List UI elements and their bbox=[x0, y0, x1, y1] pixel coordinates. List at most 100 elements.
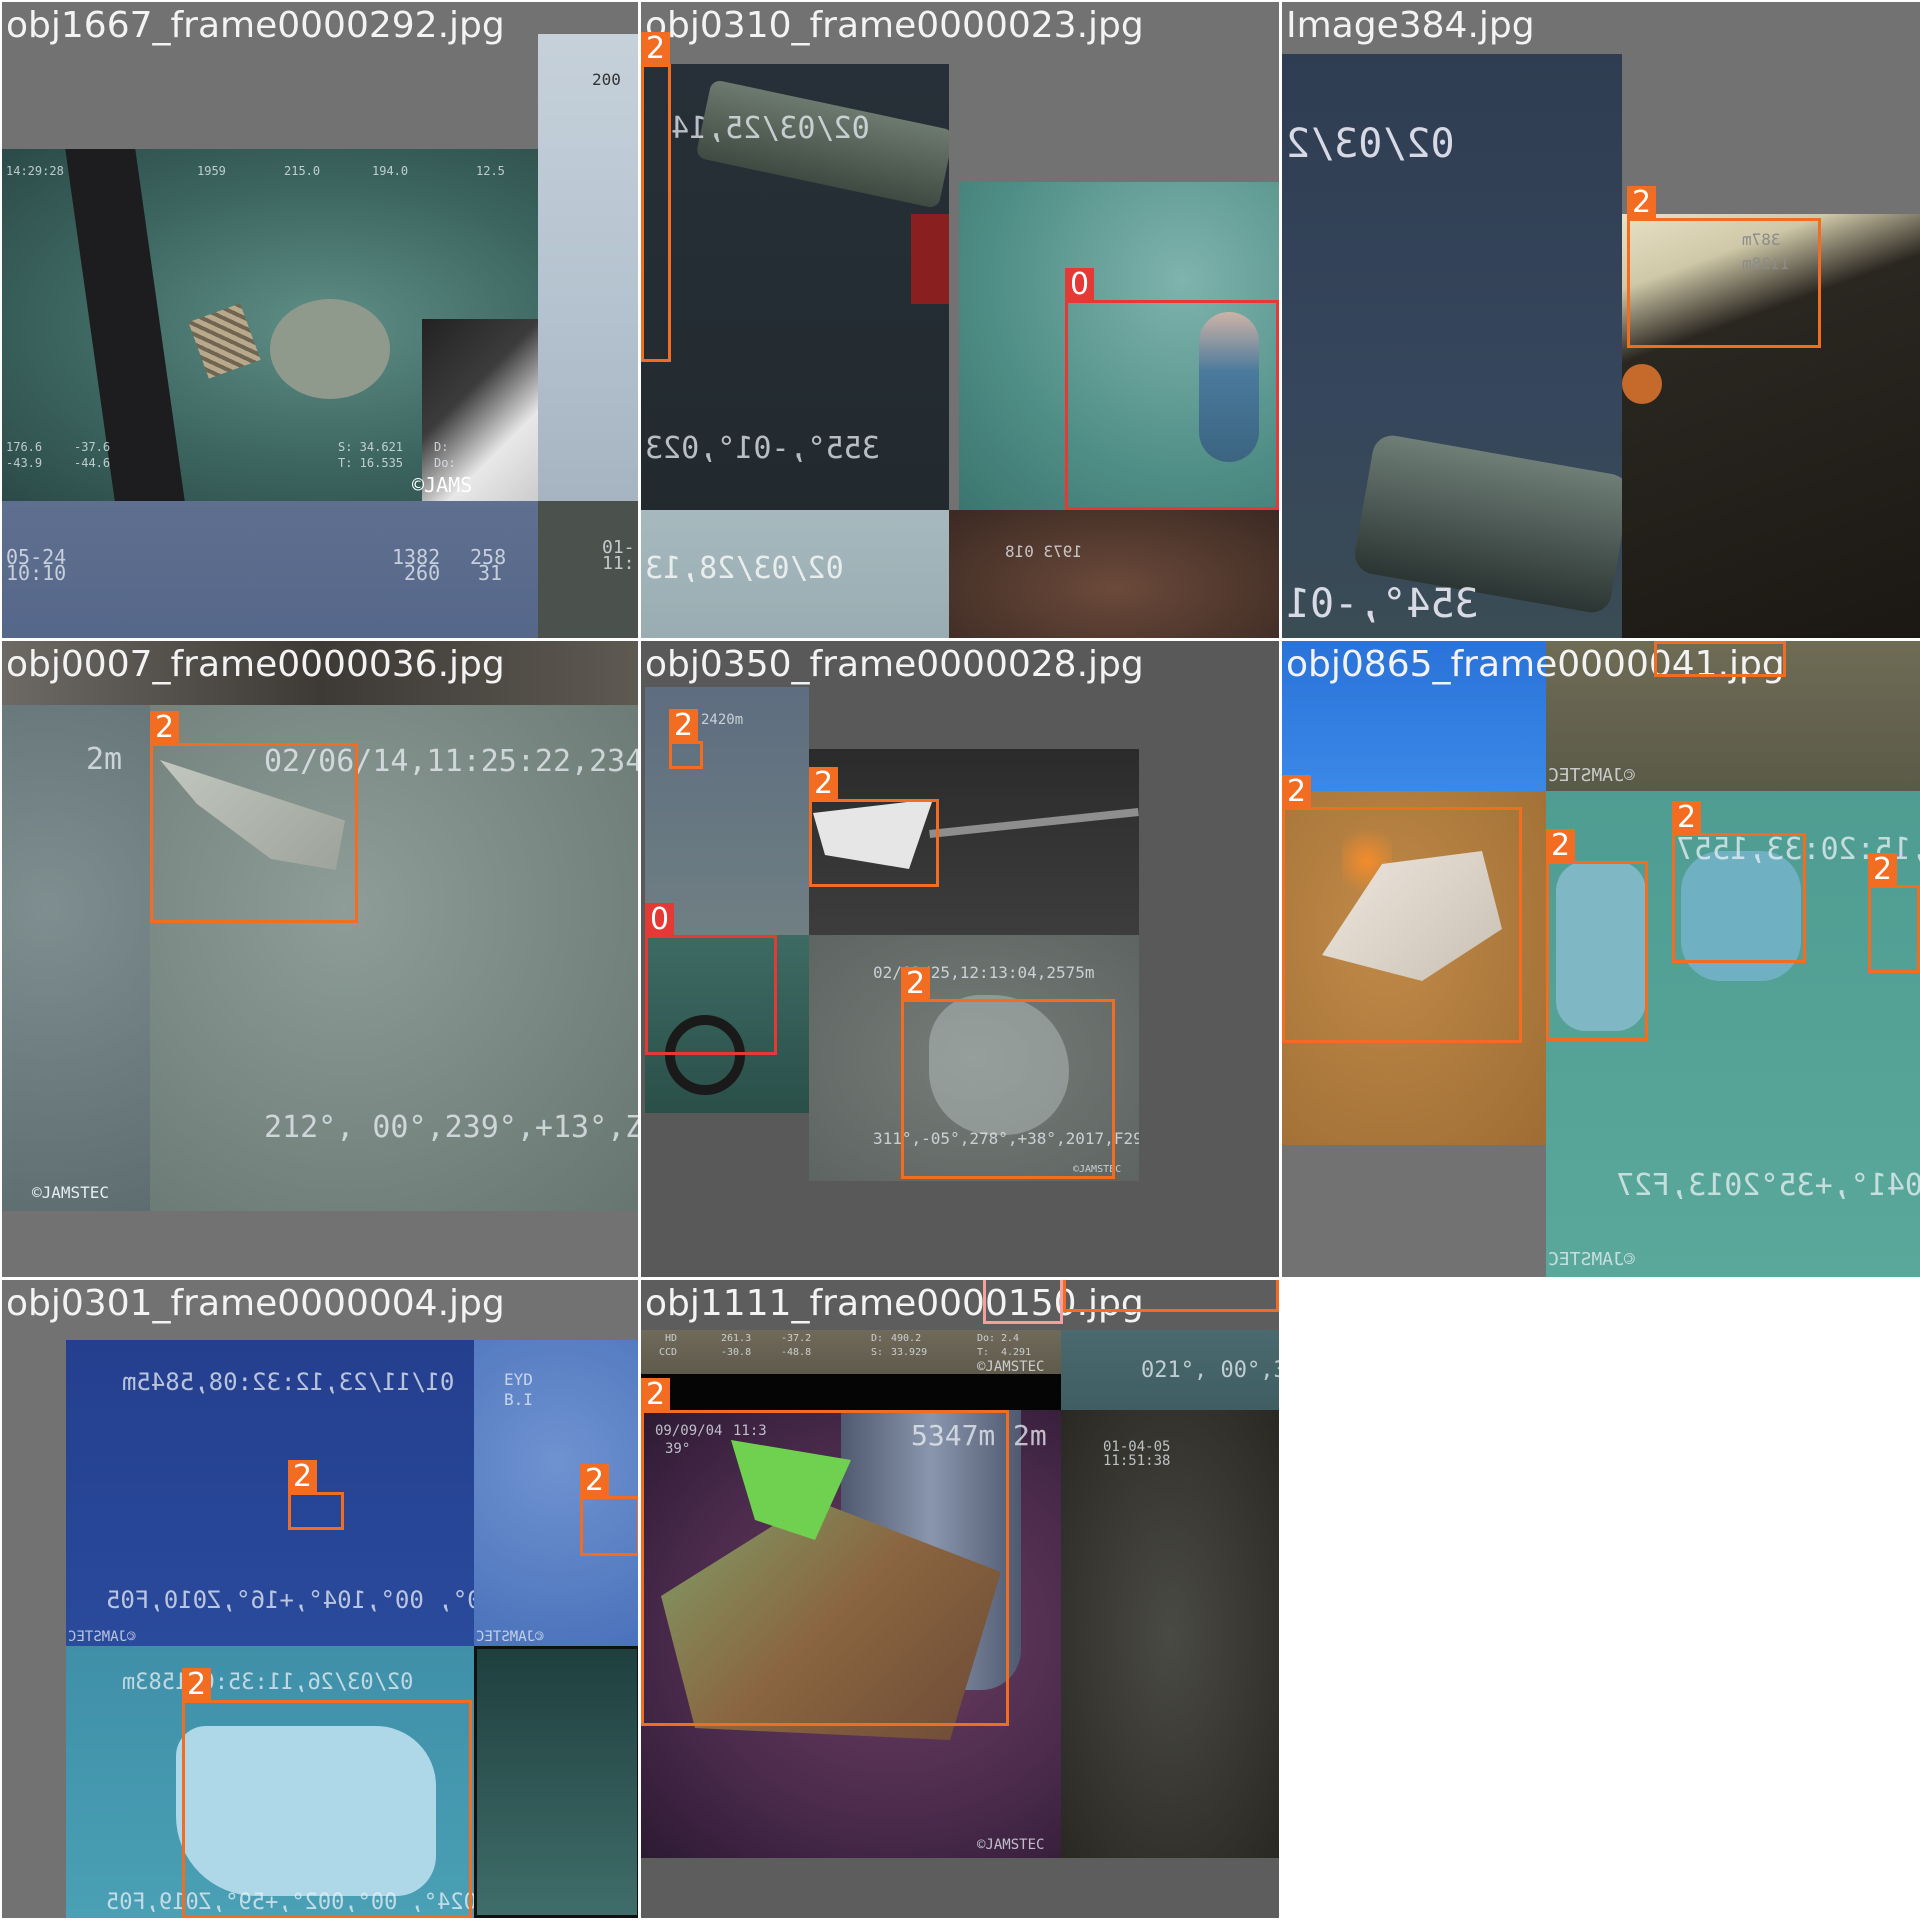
mosaic-tile-3: 2m ©JAMSTEC 02/06/14,11:25:22,2349 212°,… bbox=[2, 641, 640, 1279]
osd-text: 4.291 bbox=[1001, 1347, 1032, 1358]
bbox-class-2 bbox=[641, 64, 671, 362]
osd-text: 02/03/2 bbox=[1286, 121, 1455, 167]
bbox-class-2 bbox=[1063, 1280, 1279, 1312]
osd-text: 260 bbox=[404, 561, 441, 585]
mosaic-tile-2: 02/03/2 354°,-01 387m 1128m 2 Image384.j… bbox=[1282, 2, 1920, 640]
osd-text: 041°,+35°2013,F27 bbox=[1616, 1168, 1920, 1203]
osd-text: -37.6 bbox=[74, 440, 111, 454]
bbox-label: 2 bbox=[1282, 775, 1312, 809]
bbox-class-2 bbox=[809, 799, 939, 887]
osd-text: 01-04-05 bbox=[1103, 1439, 1171, 1455]
osd-text: S: 34.621 bbox=[338, 440, 404, 454]
bbox-label: 2 bbox=[182, 1668, 212, 1702]
bbox-label: 2 bbox=[669, 709, 699, 743]
bbox-class-2 bbox=[641, 1410, 1009, 1726]
bbox-label: 2 bbox=[1654, 641, 1684, 643]
osd-text: -48.8 bbox=[781, 1347, 812, 1358]
osd-text: S: bbox=[871, 1347, 884, 1358]
bbox-class-2 bbox=[901, 999, 1115, 1179]
osd-text: 02/03/25,14 bbox=[671, 111, 870, 146]
osd-text: 2m bbox=[86, 742, 123, 777]
osd-text: 1973 018 bbox=[1005, 542, 1083, 561]
red-light bbox=[911, 214, 949, 304]
osd-text: Do: bbox=[434, 456, 456, 470]
photo-osd-strip: HD CCD 261.3 -30.8 -37.2 -48.8 D: S: 490… bbox=[641, 1330, 1061, 1374]
bbox-class-2 bbox=[1672, 833, 1806, 963]
bbox-label: 2 bbox=[641, 32, 671, 66]
bbox-class-2 bbox=[1546, 861, 1648, 1041]
watermark: ©JAMSTEC bbox=[1548, 765, 1635, 786]
bbox-label: 2 bbox=[1868, 853, 1898, 887]
mosaic-tile-1: 02/03/25,14 355°,-01°,023 02/03/28,13 19… bbox=[641, 2, 1279, 640]
bbox-label: 2 bbox=[809, 767, 839, 801]
bbox-label: 0 bbox=[1065, 268, 1095, 302]
image-filename: obj1667_frame0000292.jpg bbox=[6, 5, 505, 46]
watermark: ©JAMSTEC bbox=[1548, 1249, 1635, 1270]
bbox-label: 2 bbox=[1546, 829, 1576, 863]
bbox-class-2 bbox=[580, 1496, 640, 1556]
osd-text: D: bbox=[434, 440, 449, 454]
photo-seafloor-blue: 05-24 10:10 1382 258 260 31 bbox=[2, 501, 538, 640]
osd-text: 354°,-01 bbox=[1286, 581, 1479, 627]
bbox-label: 2 bbox=[288, 1460, 318, 1494]
osd-text: 2m bbox=[1013, 1419, 1047, 1452]
osd-text: -37.2 bbox=[781, 1333, 812, 1344]
bbox-class-2 bbox=[1654, 641, 1786, 677]
osd-text: 31 bbox=[478, 561, 503, 585]
bbox-label: 2 bbox=[901, 967, 931, 1001]
osd-text: D: bbox=[871, 1333, 884, 1344]
bbox-class-2 bbox=[1868, 885, 1920, 973]
bbox-class-2 bbox=[150, 743, 358, 923]
osd-text: 02/03/28,13 bbox=[645, 551, 844, 586]
bbox-label: 2 bbox=[580, 1464, 610, 1498]
photo-seafloor-light: 02/03/28,13 bbox=[641, 510, 949, 640]
osd-text: B.I bbox=[504, 1390, 533, 1409]
bbox-label: 0 bbox=[645, 903, 675, 937]
osd-text: 090°, 00°,104°,+16°,Z010,F05 bbox=[106, 1586, 474, 1614]
photo-gray-bottom bbox=[2, 1211, 640, 1279]
bbox-label: 2 bbox=[1672, 801, 1702, 835]
bbox-class-2 bbox=[1282, 807, 1522, 1043]
photo-seafloor-dark: 01- 11: bbox=[538, 501, 640, 640]
osd-text: Do: bbox=[977, 1333, 996, 1344]
osd-text: -43.9 bbox=[6, 456, 43, 470]
photo-dark-teal bbox=[474, 1646, 640, 1918]
photo-seafloor-manipulator: 14:29:28 1959 215.0 194.0 12.5 176.6 -37… bbox=[2, 149, 538, 501]
grid-sampler bbox=[188, 303, 261, 379]
osd-text: 33.929 bbox=[891, 1347, 928, 1358]
osd-text: 194.0 bbox=[372, 164, 409, 178]
osd-text: 2.4 bbox=[1001, 1333, 1020, 1344]
bbox-label: 2 bbox=[641, 1378, 671, 1412]
osd-text: 176.6 bbox=[6, 440, 43, 454]
image-filename: obj0301_frame0000004.jpg bbox=[6, 1283, 505, 1324]
osd-text: T: 16.535 bbox=[338, 456, 404, 470]
photo-manipulator-dark: 02/03/25,14 355°,-01°,023 bbox=[641, 64, 949, 510]
grid-divider bbox=[0, 638, 1920, 641]
bbox-label: 2 bbox=[150, 711, 180, 745]
bbox-class-2 bbox=[669, 741, 703, 769]
osd-text: 01/11/23,12:32:08,5845m bbox=[122, 1368, 455, 1396]
osd-text: 2420m bbox=[701, 712, 744, 728]
watermark: ©JAMS bbox=[412, 473, 473, 497]
mosaic-tile-5: ©JAMSTEC 5,15:20:33,1557 041°,+35°2013,F… bbox=[1282, 641, 1920, 1279]
osd-text: T: bbox=[977, 1347, 990, 1358]
watermark: ©JAMSTEC bbox=[68, 1629, 136, 1645]
osd-text: 14:29:28 bbox=[6, 164, 64, 178]
image-filename: obj0350_frame0000028.jpg bbox=[645, 644, 1144, 685]
osd-text: 1959 bbox=[197, 164, 226, 178]
watermark: ©JAMSTEC bbox=[977, 1837, 1045, 1853]
photo-teal-strip: 021°, 00°,346 bbox=[1061, 1330, 1279, 1410]
bbox-class-0 bbox=[1065, 300, 1279, 510]
watermark: ©JAMSTEC bbox=[476, 1629, 544, 1645]
bbox-class-2 bbox=[182, 1700, 472, 1918]
photo-manipulator-blue: 02/03/2 354°,-01 bbox=[1282, 54, 1622, 640]
osd-text: CCD bbox=[659, 1347, 678, 1358]
image-filename: Image384.jpg bbox=[1286, 5, 1535, 46]
photo-dark-seafloor: 01-04-05 11:51:38 bbox=[1061, 1410, 1279, 1858]
mosaic-tile-0: 14:29:28 1959 215.0 194.0 12.5 176.6 -37… bbox=[2, 2, 640, 640]
watermark: ©JAMSTEC bbox=[32, 1183, 110, 1202]
osd-text: 10:10 bbox=[6, 561, 67, 585]
osd-text: 12.5 bbox=[476, 164, 505, 178]
grid-divider bbox=[638, 0, 641, 1920]
osd-text: HD bbox=[665, 1333, 678, 1344]
